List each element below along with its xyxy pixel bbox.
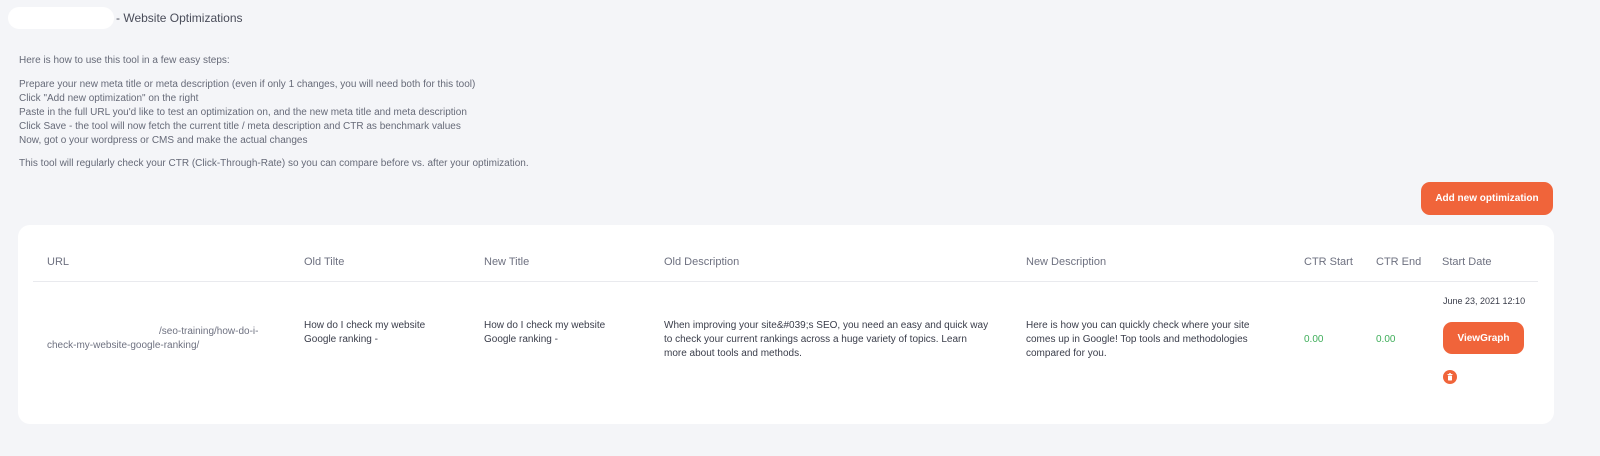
instructions-outro: This tool will regularly check your CTR … — [19, 158, 529, 169]
url-path-line2: check-my-website-google-ranking/ — [47, 340, 200, 351]
old-description-line: to check your current rankings across a … — [664, 334, 967, 345]
redacted-domain — [47, 324, 159, 334]
new-description-line: comes up in Google! Top tools and method… — [1026, 334, 1248, 345]
new-description-cell: Here is how you can quickly check where … — [1026, 319, 1249, 361]
instructions-intro: Here is how to use this tool in a few ea… — [19, 55, 230, 66]
instruction-step: Click Save - the tool will now fetch the… — [19, 121, 461, 132]
new-title-line: How do I check my website — [484, 320, 606, 331]
new-description-line: compared for you. — [1026, 348, 1107, 359]
column-header-old-description: Old Description — [664, 256, 740, 268]
new-description-line: Here is how you can quickly check where … — [1026, 320, 1250, 331]
redacted-site-name — [8, 7, 114, 29]
instructions: Here is how to use this tool in a few ea… — [19, 54, 529, 171]
instruction-step: Paste in the full URL you'd like to test… — [19, 107, 467, 118]
instruction-step: Prepare your new meta title or meta desc… — [19, 79, 476, 90]
new-title-cell: How do I check my website Google ranking… — [484, 319, 605, 347]
instruction-step: Click "Add new optimization" on the righ… — [19, 93, 199, 104]
old-title-cell: How do I check my website Google ranking… — [304, 319, 425, 347]
column-header-new-title: New Title — [484, 256, 530, 268]
old-description-line: When improving your site&#039;s SEO, you… — [664, 320, 989, 331]
old-title-line: Google ranking - — [304, 334, 378, 345]
old-title-line: How do I check my website — [304, 320, 426, 331]
page-title: - Website Optimizations — [116, 11, 243, 25]
old-description-line: more about tools and methods. — [664, 348, 802, 359]
trash-icon — [1447, 373, 1453, 381]
column-header-start-date: Start Date — [1442, 256, 1492, 268]
start-date-value: June 23, 2021 12:10 — [1443, 296, 1526, 306]
delete-button[interactable] — [1443, 370, 1457, 384]
column-header-ctr-end: CTR End — [1376, 256, 1422, 268]
instruction-step: Now, got o your wordpress or CMS and mak… — [19, 135, 308, 146]
column-header-old-title: Old Tilte — [304, 256, 345, 268]
column-header-url: URL — [47, 256, 70, 268]
ctr-end-value: 0.00 — [1376, 334, 1396, 345]
optimizations-table: URL Old Tilte New Title Old Description … — [18, 225, 1554, 424]
url-cell[interactable]: /seo-training/how-do-i- check-my-website… — [47, 324, 259, 353]
header-divider — [33, 281, 1538, 282]
new-title-line: Google ranking - — [484, 334, 558, 345]
add-new-optimization-button[interactable]: Add new optimization — [1421, 182, 1553, 215]
view-graph-button[interactable]: ViewGraph — [1443, 322, 1524, 354]
column-header-ctr-start: CTR Start — [1304, 256, 1353, 268]
url-path-line1: /seo-training/how-do-i- — [159, 326, 259, 337]
ctr-start-value: 0.00 — [1304, 334, 1324, 345]
page-header: - Website Optimizations — [8, 6, 243, 30]
column-header-new-description: New Description — [1026, 256, 1107, 268]
old-description-cell: When improving your site&#039;s SEO, you… — [664, 319, 988, 361]
